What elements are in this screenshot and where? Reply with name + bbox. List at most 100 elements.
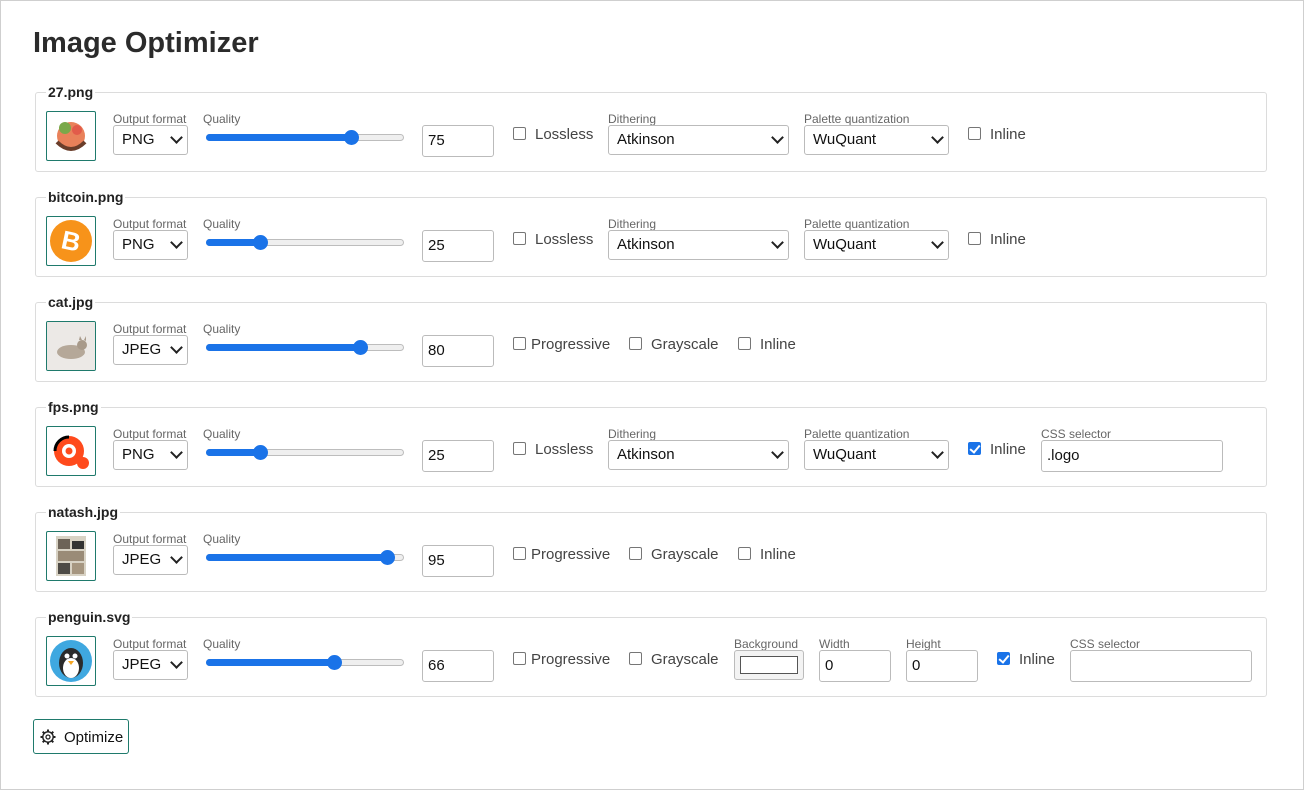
progressive-label: Progressive [531,546,611,563]
grayscale-checkbox[interactable] [629,547,642,560]
image-row-cat: cat.jpg Output format JPEG Quality 80 Pr… [35,294,1267,382]
sloth-image-icon [46,111,96,161]
inline-checkbox[interactable] [997,652,1010,665]
output-format-select[interactable]: PNG [113,440,188,470]
dithering-select[interactable]: Atkinson [608,440,789,470]
chevron-down-icon [170,131,183,144]
progressive-checkbox[interactable] [513,652,526,665]
dithering-select[interactable]: Atkinson [608,230,789,260]
inline-label: Inline [1019,651,1055,668]
quality-input[interactable]: 25 [422,440,494,472]
file-name: natash.jpg [46,504,121,520]
quality-input[interactable]: 75 [422,125,494,157]
output-format-label: Output format [113,112,187,126]
inline-checkbox[interactable] [968,232,981,245]
progressive-checkbox[interactable] [513,337,526,350]
palette-select[interactable]: WuQuant [804,230,949,260]
lossless-label: Lossless [535,231,594,248]
output-format-select[interactable]: JPEG [113,335,188,365]
chevron-down-icon [170,551,183,564]
lossless-checkbox[interactable] [513,232,526,245]
grayscale-checkbox[interactable] [629,337,642,350]
inline-checkbox[interactable] [968,442,981,455]
dithering-label: Dithering [608,427,657,441]
bitcoin-image-icon: B [46,216,96,266]
slider-thumb[interactable] [379,550,395,565]
chevron-down-icon [931,131,944,144]
palette-select[interactable]: WuQuant [804,440,949,470]
palette-label: Palette quantization [804,427,910,441]
penguin-image-icon [46,636,96,686]
chevron-down-icon [170,446,183,459]
palette-label: Palette quantization [804,217,910,231]
grayscale-checkbox[interactable] [629,652,642,665]
grayscale-label: Grayscale [651,651,719,668]
height-input[interactable]: 0 [906,650,978,682]
image-row-bitcoin: bitcoin.png B Output format PNG Quality … [35,189,1267,277]
file-name: 27.png [46,84,96,100]
quality-slider[interactable] [206,654,404,670]
css-selector-label: CSS selector [1041,427,1112,441]
quality-input[interactable]: 25 [422,230,494,262]
slider-thumb[interactable] [252,445,268,460]
lossless-label: Lossless [535,441,594,458]
inline-checkbox[interactable] [738,547,751,560]
inline-label: Inline [990,441,1026,458]
image-row-fps: fps.png Output format PNG Quality 25 Los… [35,399,1267,487]
css-selector-input[interactable] [1070,650,1252,682]
slider-thumb[interactable] [327,655,343,670]
chevron-down-icon [170,236,183,249]
inline-checkbox[interactable] [968,127,981,140]
image-row-penguin: penguin.svg Output format JPEG Quality 6… [35,609,1267,697]
file-name: penguin.svg [46,609,133,625]
color-swatch [740,656,798,674]
css-selector-input[interactable]: .logo [1041,440,1223,472]
output-format-select[interactable]: JPEG [113,650,188,680]
quality-input[interactable]: 66 [422,650,494,682]
inline-label: Inline [760,336,796,353]
progressive-checkbox[interactable] [513,547,526,560]
chevron-down-icon [771,131,784,144]
lossless-checkbox[interactable] [513,127,526,140]
quality-input[interactable]: 95 [422,545,494,577]
slider-thumb[interactable] [352,340,368,355]
lossless-checkbox[interactable] [513,442,526,455]
progressive-label: Progressive [531,651,611,668]
inline-label: Inline [990,231,1026,248]
slider-thumb[interactable] [252,235,268,250]
grayscale-label: Grayscale [651,336,719,353]
optimize-button[interactable]: Optimize [33,719,129,754]
width-input[interactable]: 0 [819,650,891,682]
quality-input[interactable]: 80 [422,335,494,367]
output-format-select[interactable]: JPEG [113,545,188,575]
chevron-down-icon [771,446,784,459]
inline-label: Inline [760,546,796,563]
image-row-natash: natash.jpg Output format JPEG Quality 95… [35,504,1267,592]
quality-slider[interactable] [206,549,404,565]
gear-icon [40,729,56,745]
palette-label: Palette quantization [804,112,910,126]
output-format-label: Output format [113,217,187,231]
height-label: Height [906,637,941,651]
css-selector-label: CSS selector [1070,637,1141,651]
dithering-label: Dithering [608,112,657,126]
output-format-select[interactable]: PNG [113,230,188,260]
cat-photo-icon [46,321,96,371]
slider-thumb[interactable] [343,130,359,145]
output-format-select[interactable]: PNG [113,125,188,155]
chevron-down-icon [931,446,944,459]
quality-slider[interactable] [206,444,404,460]
quality-slider[interactable] [206,234,404,250]
quality-label: Quality [203,427,241,441]
width-label: Width [819,637,850,651]
dithering-select[interactable]: Atkinson [608,125,789,155]
photo-collage-icon [46,531,96,581]
quality-slider[interactable] [206,129,404,145]
palette-select[interactable]: WuQuant [804,125,949,155]
background-color-picker[interactable] [734,650,804,680]
file-name: fps.png [46,399,101,415]
quality-slider[interactable] [206,339,404,355]
background-label: Background [734,637,799,651]
inline-checkbox[interactable] [738,337,751,350]
chevron-down-icon [170,656,183,669]
